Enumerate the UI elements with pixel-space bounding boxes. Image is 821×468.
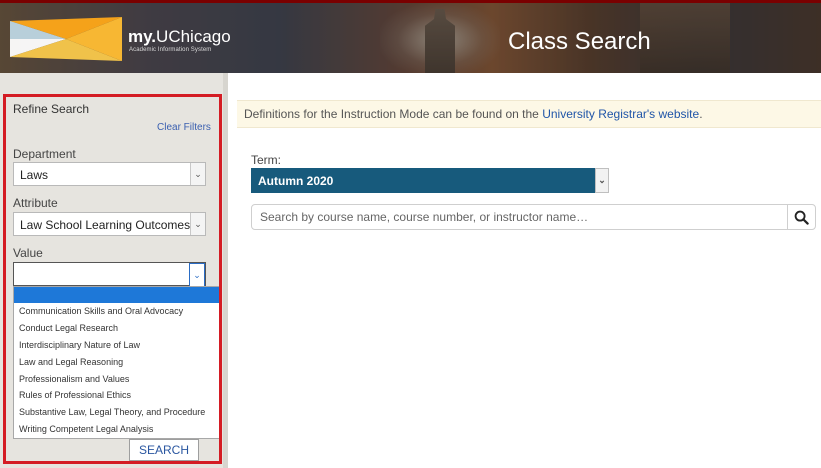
dropdown-option[interactable]: Interdisciplinary Nature of Law [14,337,220,354]
dropdown-option[interactable]: Professionalism and Values [14,371,220,388]
term-select[interactable]: Autumn 2020 ⌄ [251,168,609,193]
dropdown-option[interactable] [14,287,220,303]
term-select-value: Autumn 2020 [258,174,334,188]
registrar-website-link[interactable]: University Registrar's website [542,107,699,121]
attribute-select[interactable]: Law School Learning Outcomes ⌄ [13,212,206,236]
term-label: Term: [251,153,281,167]
course-search-input[interactable] [252,205,787,229]
instruction-mode-notice: Definitions for the Instruction Mode can… [237,100,821,128]
search-button[interactable]: SEARCH [129,439,199,461]
chevron-down-icon: ⌄ [190,213,205,235]
attribute-select-value: Law School Learning Outcomes [20,218,191,232]
value-select[interactable]: ⌄ [13,262,206,287]
course-search-box [251,204,816,230]
department-label: Department [13,147,76,161]
dropdown-option[interactable]: Communication Skills and Oral Advocacy [14,303,220,320]
chevron-down-icon: ⌄ [190,163,205,185]
department-select[interactable]: Laws ⌄ [13,162,206,186]
chevron-down-icon: ⌄ [189,263,205,287]
attribute-label: Attribute [13,196,58,210]
department-select-value: Laws [20,168,49,182]
site-header: my.UChicago Academic Information System … [0,0,821,73]
brand-tagline: Academic Information System [129,47,212,53]
refine-search-heading: Refine Search [13,102,90,116]
dropdown-option[interactable]: Writing Competent Legal Analysis [14,421,220,438]
search-submit-button[interactable] [787,205,815,229]
dropdown-option[interactable]: Rules of Professional Ethics [14,387,220,404]
dropdown-option[interactable]: Substantive Law, Legal Theory, and Proce… [14,404,220,421]
search-icon [794,210,809,225]
uchicago-logo[interactable] [10,17,122,61]
dropdown-option[interactable]: Conduct Legal Research [14,320,220,337]
chevron-down-icon: ⌄ [595,168,609,193]
page-title: Class Search [508,28,651,55]
dropdown-option[interactable]: Law and Legal Reasoning [14,354,220,371]
clear-filters-link[interactable]: Clear Filters [157,122,211,133]
value-label: Value [13,246,43,260]
value-dropdown-list: Communication Skills and Oral Advocacy C… [13,286,221,439]
brand-name[interactable]: my.UChicago [128,27,231,47]
